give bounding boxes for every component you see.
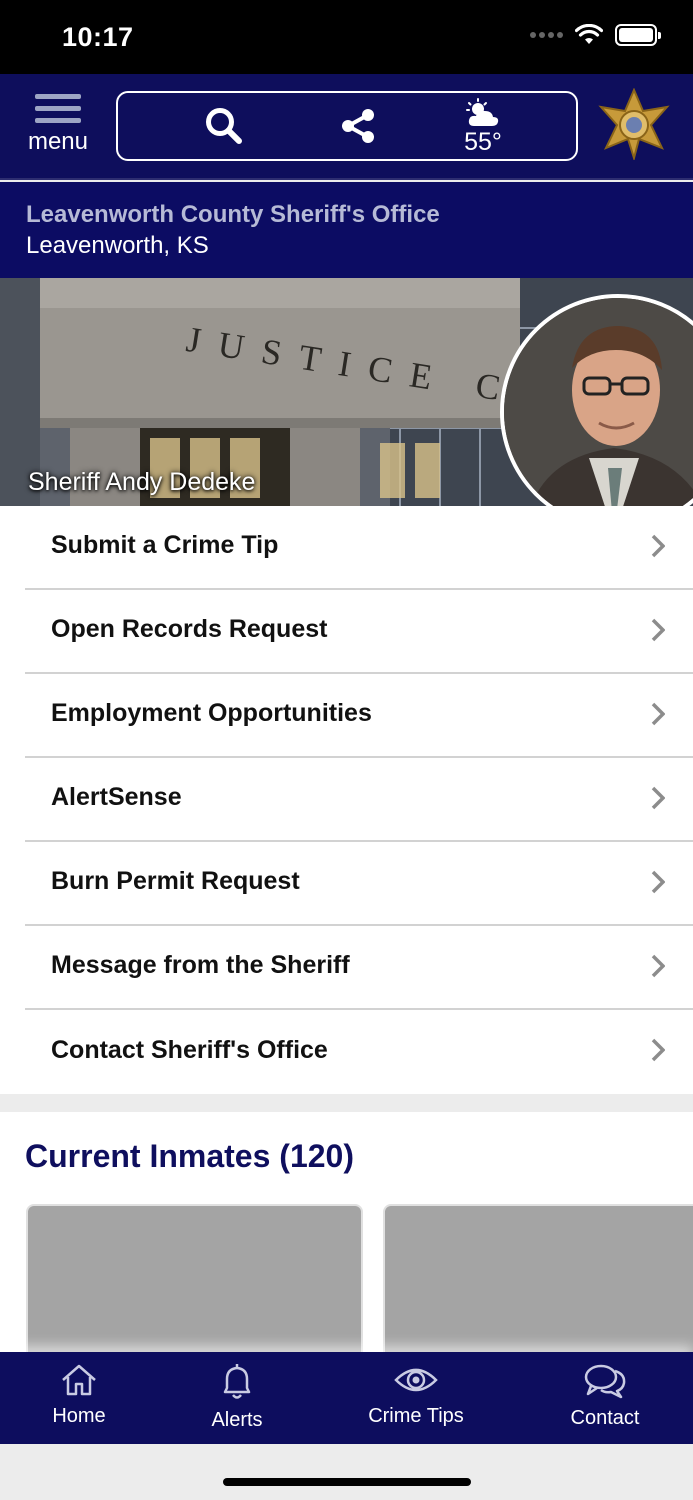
sheriff-star-badge[interactable] — [598, 88, 670, 160]
search-icon — [206, 108, 242, 144]
inmate-card[interactable] — [383, 1204, 693, 1352]
list-item-label: Burn Permit Request — [51, 866, 300, 895]
status-icons — [530, 24, 661, 46]
chevron-right-icon — [651, 954, 665, 978]
tab-crime-tips[interactable]: Crime Tips — [351, 1362, 481, 1428]
chevron-right-icon — [651, 1038, 665, 1062]
chevron-right-icon — [651, 618, 665, 642]
share-icon — [342, 109, 374, 143]
search-button[interactable] — [194, 93, 254, 159]
chevron-right-icon — [651, 702, 665, 726]
tab-home[interactable]: Home — [14, 1362, 144, 1428]
weather-temperature: 55° — [464, 128, 502, 156]
menu-icon — [35, 94, 81, 123]
menu-button[interactable]: menu — [22, 92, 94, 164]
home-indicator[interactable] — [223, 1478, 471, 1486]
list-item-label: Submit a Crime Tip — [51, 530, 279, 559]
list-item-alertsense[interactable]: AlertSense — [25, 758, 693, 842]
tab-label: Alerts — [211, 1409, 263, 1431]
hero-banner: JUSTICE CENT Sheriff Andy Dedeke — [0, 278, 693, 506]
share-button[interactable] — [328, 93, 388, 159]
tab-contact[interactable]: Contact — [540, 1362, 670, 1430]
sheriff-photo — [504, 298, 693, 506]
battery-icon — [615, 24, 661, 46]
agency-info: Leavenworth County Sheriff's Office Leav… — [0, 182, 693, 278]
agency-name: Leavenworth County Sheriff's Office — [26, 201, 440, 228]
bottom-tab-bar: Home Alerts Crime Tips Contact — [0, 1352, 693, 1444]
quick-links-list: Submit a Crime Tip Open Records Request … — [0, 506, 693, 1094]
tab-label: Crime Tips — [368, 1405, 464, 1427]
list-item-employment-opportunities[interactable]: Employment Opportunities — [25, 674, 693, 758]
status-time: 10:17 — [62, 22, 134, 52]
chevron-right-icon — [651, 870, 665, 894]
sheriff-name-caption: Sheriff Andy Dedeke — [28, 468, 256, 496]
list-item-label: Employment Opportunities — [51, 698, 372, 727]
eye-icon — [394, 1368, 438, 1392]
wifi-icon — [575, 24, 603, 44]
chevron-right-icon — [651, 786, 665, 810]
section-title[interactable]: Current Inmates (120) — [25, 1138, 354, 1175]
cellular-signal-icon — [530, 32, 563, 38]
tab-alerts[interactable]: Alerts — [172, 1362, 302, 1432]
current-inmates-section: Current Inmates (120) — [0, 1112, 693, 1352]
header-toolbar: 55° — [116, 91, 578, 161]
list-item-label: Contact Sheriff's Office — [51, 1035, 328, 1064]
list-item-label: Message from the Sheriff — [51, 950, 350, 979]
app-header: menu 55° — [0, 74, 693, 180]
list-item-burn-permit-request[interactable]: Burn Permit Request — [25, 842, 693, 926]
partly-cloudy-icon — [466, 98, 499, 126]
tab-label: Contact — [570, 1407, 640, 1429]
chevron-right-icon — [651, 534, 665, 558]
list-item-message-from-sheriff[interactable]: Message from the Sheriff — [25, 926, 693, 1010]
list-item-label: AlertSense — [51, 782, 182, 811]
menu-label: menu — [27, 128, 89, 155]
tab-label: Home — [52, 1405, 106, 1427]
status-bar: 10:17 — [0, 0, 693, 74]
home-indicator-area — [0, 1444, 693, 1500]
home-icon — [62, 1364, 96, 1396]
list-item-contact-sheriffs-office[interactable]: Contact Sheriff's Office — [25, 1010, 693, 1094]
list-item-submit-crime-tip[interactable]: Submit a Crime Tip — [25, 506, 693, 590]
chat-bubbles-icon — [584, 1364, 626, 1399]
list-item-label: Open Records Request — [51, 614, 328, 643]
inmate-card[interactable] — [26, 1204, 363, 1352]
agency-location: Leavenworth, KS — [26, 232, 209, 259]
bell-icon — [223, 1364, 251, 1399]
weather-button[interactable]: 55° — [448, 93, 518, 159]
list-item-open-records-request[interactable]: Open Records Request — [25, 590, 693, 674]
